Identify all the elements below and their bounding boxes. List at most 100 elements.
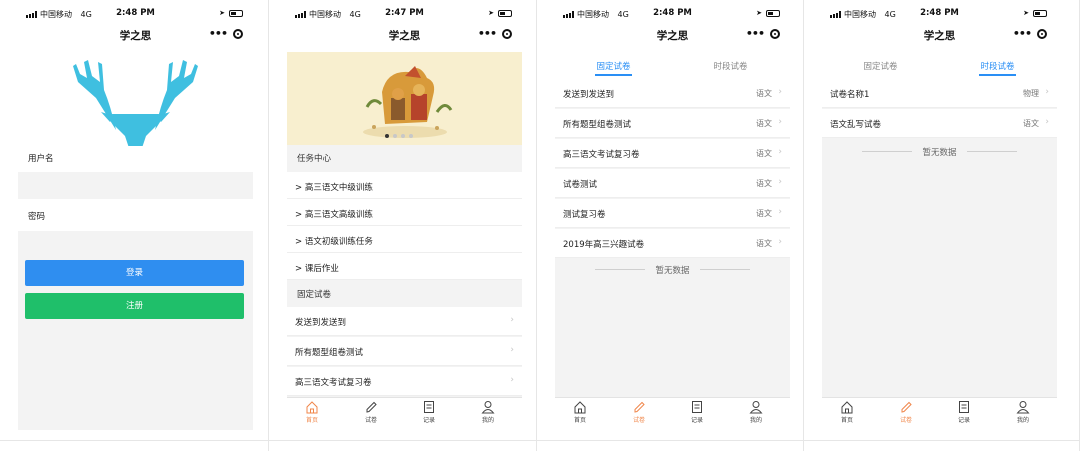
more-icon[interactable]: •••: [746, 27, 765, 40]
tab-records[interactable]: 记录: [682, 400, 712, 424]
paper-tabs: 固定试卷 时段试卷: [822, 52, 1057, 80]
more-icon[interactable]: •••: [209, 27, 228, 40]
login-content: 用户名 密码 登录 注册: [18, 52, 253, 430]
login-button[interactable]: 登录: [25, 260, 244, 286]
location-icon: ➤: [1023, 9, 1029, 17]
carousel-dots[interactable]: [385, 134, 413, 138]
battery-icon: [1033, 9, 1047, 17]
chevron-right-icon: ›: [778, 87, 782, 97]
task-item[interactable]: > 语文初级训练任务: [287, 226, 522, 253]
tab-home[interactable]: 首页: [832, 400, 862, 424]
tab-timed-papers[interactable]: 时段试卷: [939, 60, 1056, 76]
paper-row[interactable]: 所有题型组卷测试 语文 ›: [555, 109, 790, 138]
register-button[interactable]: 注册: [25, 293, 244, 319]
paper-row[interactable]: 高三语文考试复习卷 语文 ›: [555, 139, 790, 168]
close-miniapp-icon[interactable]: [233, 28, 243, 39]
empty-state: 暂无数据: [555, 264, 790, 276]
document-icon: [692, 401, 702, 413]
chevron-right-icon: ›: [778, 117, 782, 127]
home-icon: [574, 401, 586, 414]
frame-home: 中国移动 4G 2:47 PM ➤ 学之思 ••• 任务中心 > 高三语文中级训…: [269, 0, 537, 451]
paper-row[interactable]: 试卷测试 语文 ›: [555, 169, 790, 198]
pencil-icon: [366, 401, 377, 413]
task-item[interactable]: > 课后作业: [287, 253, 522, 280]
tab-home[interactable]: 首页: [297, 400, 327, 424]
capsule-menu[interactable]: •••: [746, 27, 780, 40]
clock: 2:48 PM: [920, 8, 959, 18]
document-icon: [959, 401, 969, 413]
paper-item[interactable]: 发送到发送到 ›: [287, 307, 522, 336]
tab-papers[interactable]: 试卷: [356, 400, 386, 424]
tab-mine[interactable]: 我的: [741, 400, 771, 424]
clock: 2:48 PM: [653, 8, 692, 18]
more-icon[interactable]: •••: [1013, 27, 1032, 40]
task-item[interactable]: > 高三语文中级训练: [287, 172, 522, 199]
home-icon: [841, 401, 853, 414]
paper-row[interactable]: 测试复习卷 语文 ›: [555, 199, 790, 228]
user-icon: [749, 401, 763, 414]
subject-label: 语文: [756, 209, 772, 218]
paper-row[interactable]: 试卷名称1 物理 ›: [822, 79, 1057, 108]
username-field[interactable]: 用户名: [18, 146, 253, 172]
paper-row[interactable]: 2019年高三兴趣试卷 语文 ›: [555, 229, 790, 258]
papers-content: 固定试卷 时段试卷 试卷名称1 物理 › 语文乱写试卷 语文 › 暂无数据 首页 试卷 …: [822, 52, 1057, 430]
status-bar: 中国移动 4G 2:48 PM ➤: [18, 8, 253, 22]
tab-papers[interactable]: 试卷: [891, 400, 921, 424]
paper-item[interactable]: 高三语文考试复习卷 ›: [287, 367, 522, 396]
tab-mine[interactable]: 我的: [473, 400, 503, 424]
location-icon: ➤: [219, 9, 225, 17]
section-title: 任务中心: [297, 154, 332, 164]
banner-illustration: [363, 66, 453, 138]
frame-timed-papers: 中国移动 4G 2:48 PM ➤ 学之思 ••• 固定试卷 时段试卷 试卷名称…: [804, 0, 1080, 451]
banner-carousel[interactable]: [287, 52, 522, 145]
chevron-right-icon: ›: [778, 147, 782, 157]
chevron-right-icon: ›: [778, 207, 782, 217]
tab-mine[interactable]: 我的: [1008, 400, 1038, 424]
more-icon[interactable]: •••: [478, 27, 497, 40]
password-label: 密码: [28, 212, 46, 222]
close-miniapp-icon[interactable]: [1037, 28, 1047, 39]
home-icon: [306, 401, 318, 414]
chevron-right-icon: ›: [778, 237, 782, 247]
battery-icon: [229, 9, 243, 17]
chevron-right-icon: ›: [510, 375, 514, 385]
phone-screen: 中国移动 4G 2:47 PM ➤ 学之思 ••• 任务中心 > 高三语文中级训…: [287, 0, 522, 430]
section-task-center: 任务中心: [287, 145, 522, 171]
tab-bar: 首页 试卷 记录 我的: [287, 397, 522, 430]
tab-fixed-papers[interactable]: 固定试卷: [822, 60, 939, 72]
tab-records[interactable]: 记录: [949, 400, 979, 424]
task-item[interactable]: > 高三语文高级训练: [287, 199, 522, 226]
password-field[interactable]: 密码: [18, 199, 253, 231]
home-content: 任务中心 > 高三语文中级训练 > 高三语文高级训练 > 语文初级训练任务 > …: [287, 52, 522, 430]
paper-tabs: 固定试卷 时段试卷: [555, 52, 790, 80]
location-icon: ➤: [756, 9, 762, 17]
close-miniapp-icon[interactable]: [770, 28, 780, 39]
user-icon: [481, 401, 495, 414]
subject-label: 语文: [1023, 119, 1039, 128]
capsule-menu[interactable]: •••: [1013, 27, 1047, 40]
capsule-menu[interactable]: •••: [209, 27, 243, 40]
chevron-right-icon: ›: [778, 177, 782, 187]
papers-content: 固定试卷 时段试卷 发送到发送到 语文 › 所有题型组卷测试 语文 › 高三语文考试复习…: [555, 52, 790, 430]
subject-label: 语文: [756, 239, 772, 248]
tab-records[interactable]: 记录: [414, 400, 444, 424]
location-icon: ➤: [488, 9, 494, 17]
tab-home[interactable]: 首页: [565, 400, 595, 424]
tab-bar: 首页 试卷 记录 我的: [822, 397, 1057, 430]
pencil-icon: [901, 401, 912, 413]
close-miniapp-icon[interactable]: [502, 28, 512, 39]
paper-item[interactable]: 所有题型组卷测试 ›: [287, 337, 522, 366]
tab-papers[interactable]: 试卷: [624, 400, 654, 424]
empty-state: 暂无数据: [822, 146, 1057, 158]
tab-timed-papers[interactable]: 时段试卷: [672, 60, 789, 72]
username-label: 用户名: [28, 154, 54, 164]
frame-login: 中国移动 4G 2:48 PM ➤ 学之思 ••• 用户名 密码 登录 注册: [0, 0, 269, 451]
tab-fixed-papers[interactable]: 固定试卷: [555, 60, 672, 76]
paper-row[interactable]: 语文乱写试卷 语文 ›: [822, 109, 1057, 138]
paper-row[interactable]: 发送到发送到 语文 ›: [555, 79, 790, 108]
section-fixed-papers: 固定试卷: [287, 281, 522, 307]
phone-screen: 中国移动 4G 2:48 PM ➤ 学之思 ••• 固定试卷 时段试卷 试卷名称…: [822, 0, 1057, 430]
chevron-right-icon: ›: [510, 345, 514, 355]
battery-icon: [766, 9, 780, 17]
capsule-menu[interactable]: •••: [478, 27, 512, 40]
